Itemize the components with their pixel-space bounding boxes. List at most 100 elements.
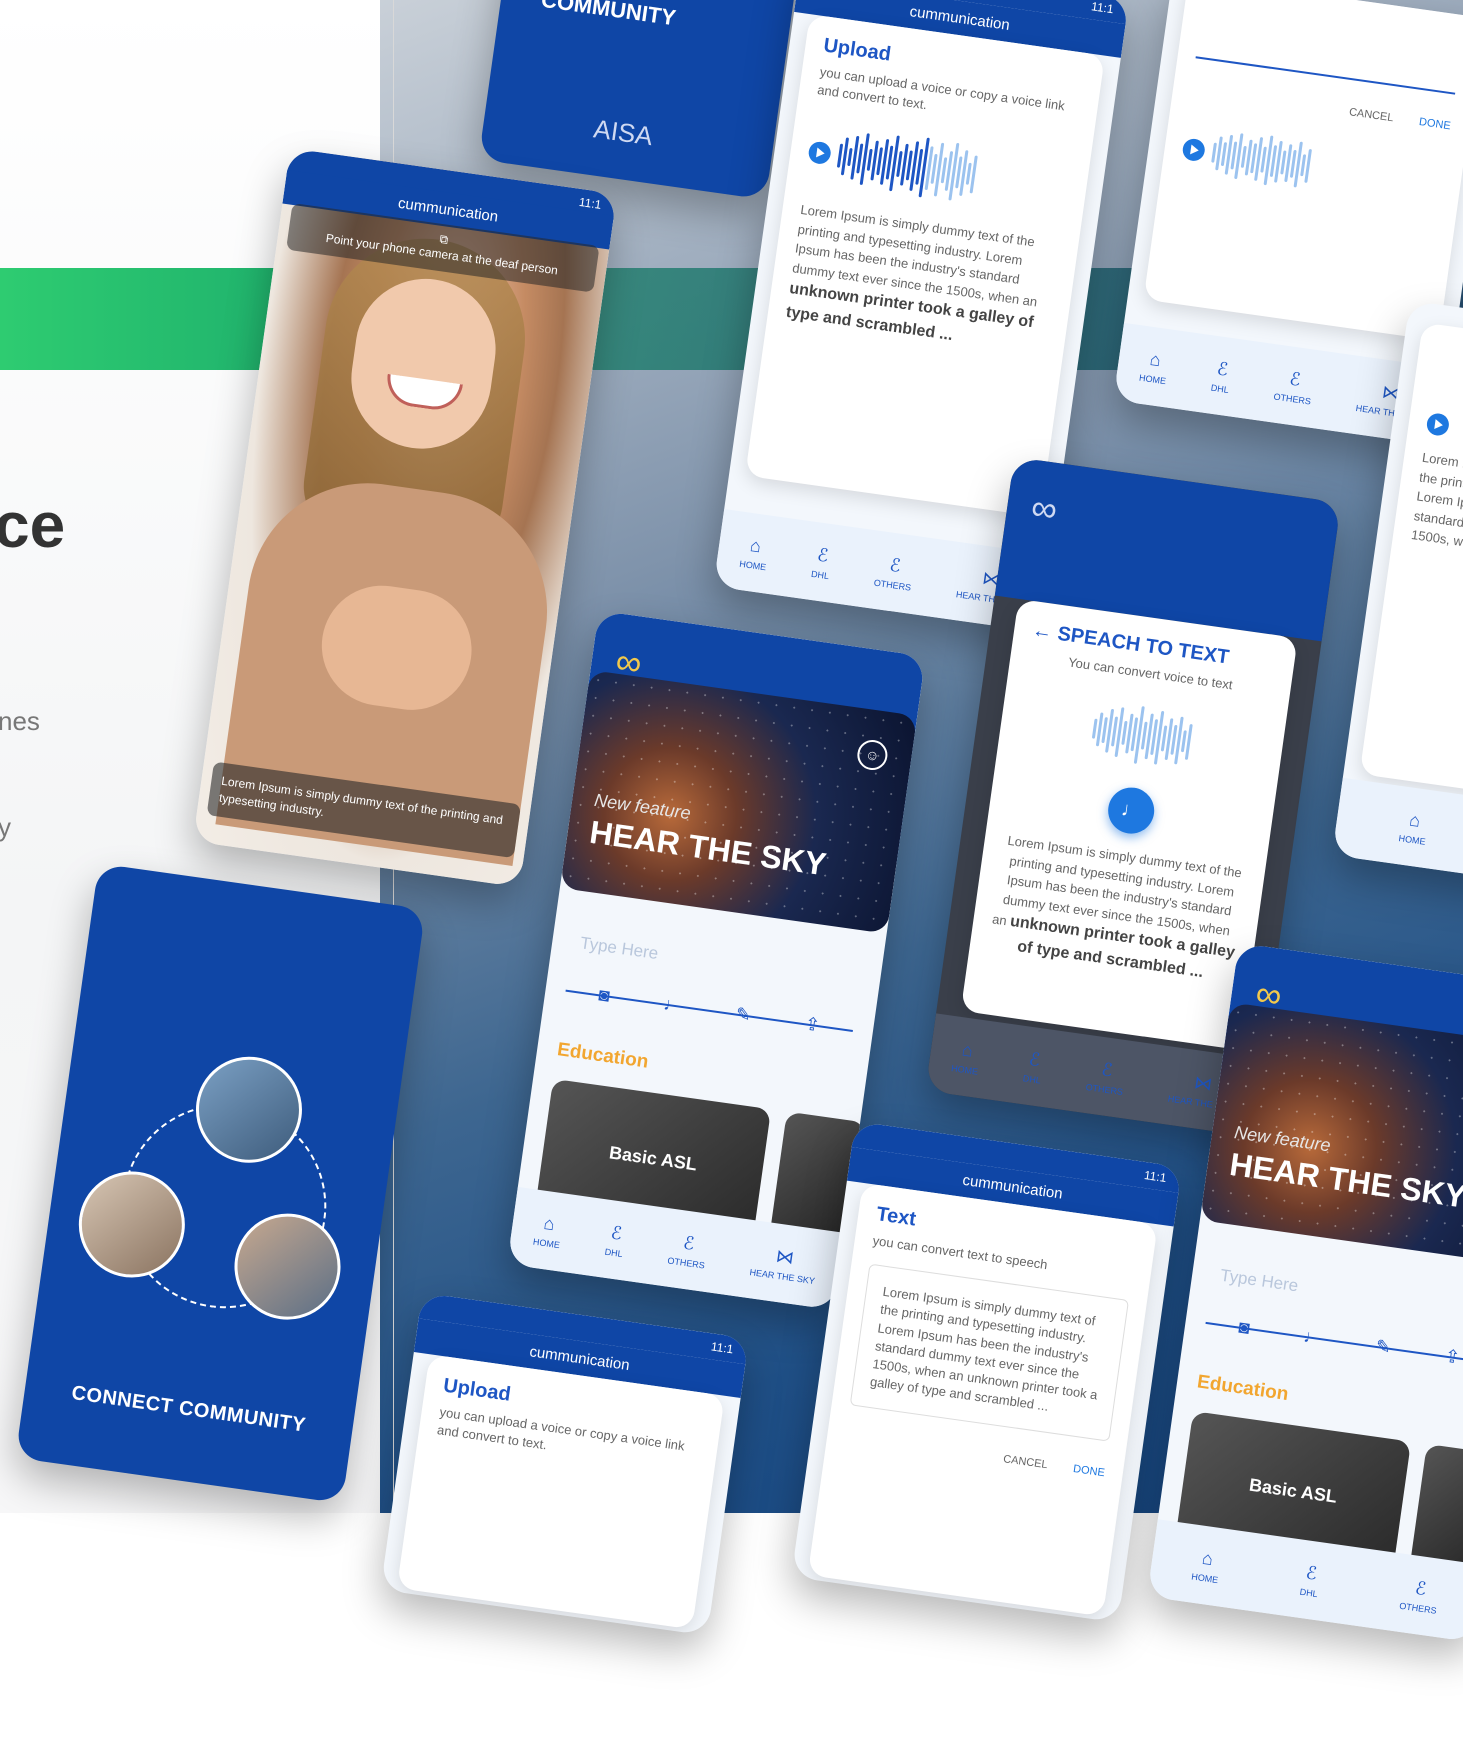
camera-icon[interactable]: ◙ <box>597 984 611 1006</box>
audio-waveform[interactable] <box>1178 114 1447 220</box>
nav-dhl[interactable]: ℰ DHL <box>810 544 833 581</box>
nav-home-label: HOME <box>738 558 767 572</box>
play-icon[interactable] <box>1181 137 1207 163</box>
cancel-button[interactable]: CANCEL <box>1002 1453 1048 1471</box>
play-icon[interactable] <box>1425 412 1451 437</box>
ear-icon: ℰ <box>888 554 903 576</box>
nav-home-label: HOME <box>1190 1570 1219 1585</box>
hear-the-sky-banner[interactable]: New feature HEAR THE SKY <box>559 669 918 934</box>
ear-icon: ℰ <box>609 1221 624 1244</box>
home-icon: ⌂ <box>1408 809 1422 831</box>
upload-card: Upload you can upload a voice or copy a … <box>745 14 1106 518</box>
mic-icon[interactable]: ♩ <box>662 994 683 1017</box>
nav-home[interactable]: ⌂ HOME <box>1191 1546 1223 1584</box>
text-input-area[interactable]: Lorem Ipsum is simply dummy text of the … <box>849 1263 1130 1442</box>
ear-icon: ℰ <box>1027 1048 1042 1070</box>
camera-icon[interactable]: ◙ <box>1237 1317 1251 1339</box>
hear-the-sky-banner[interactable]: New feature HEAR THE SKY <box>1199 1002 1463 1267</box>
app-title: cummunication <box>961 1171 1064 1203</box>
dialog-input[interactable] <box>1195 0 1463 95</box>
ear-icon: ℰ <box>1413 1577 1428 1599</box>
back-arrow-icon[interactable]: ← <box>1031 619 1059 644</box>
text-screen: 11:1 cummunication Text you can convert … <box>791 1121 1183 1623</box>
pen-icon[interactable]: ✎ <box>1374 1336 1392 1359</box>
status-time: 11:1 <box>1143 1168 1168 1185</box>
done-button[interactable]: DONE <box>1072 1463 1105 1479</box>
nav-dhl[interactable]: ℰ DHL <box>1210 357 1233 395</box>
app-title: cummunication <box>908 2 1011 34</box>
done-button[interactable]: DONE <box>1418 116 1451 132</box>
partial-right-lorem: Lorem Ipsum is simply dummy text of the … <box>1410 449 1463 555</box>
home-icon: ⌂ <box>1200 1547 1215 1569</box>
nav-others-label: OTHERS <box>873 577 912 593</box>
home-icon: ⌂ <box>960 1038 975 1061</box>
ear-icon: ℰ <box>1215 357 1230 380</box>
ear-icon: ℰ <box>682 1232 696 1254</box>
upload-screen-bottom: 11:1 cummunication Upload you can upload… <box>380 1292 749 1636</box>
cancel-button[interactable]: CANCEL <box>1348 106 1394 124</box>
nav-home[interactable]: ⌂ HOME <box>1398 808 1430 846</box>
home-icon: ⌂ <box>748 534 763 556</box>
nav-dhl[interactable]: ℰ DHL <box>604 1221 627 1259</box>
ear-icon: ℰ <box>1288 368 1302 390</box>
nav-home[interactable]: ⌂ HOME <box>532 1211 564 1249</box>
nav-others[interactable]: ℰ OTHERS <box>1273 366 1315 406</box>
ear-icon: ℰ <box>1100 1058 1114 1080</box>
nav-others[interactable]: ℰ OTHERS <box>873 552 915 592</box>
education-heading: Education <box>1195 1371 1290 1406</box>
text-buttons: CANCEL DONE <box>844 1431 1105 1479</box>
education-heading: Education <box>555 1039 650 1073</box>
nav-home-label: HOME <box>1138 372 1167 386</box>
nav-others-label: OTHERS <box>1085 1081 1124 1097</box>
text-card: Text you can convert text to speech Lore… <box>807 1182 1158 1617</box>
aisa-splash-screen: COMMUNITY AISA <box>478 0 812 200</box>
connect-community-screen: CONNECT COMMUNITY <box>15 863 426 1504</box>
status-time: 11:1 <box>1090 0 1115 17</box>
mic-icon[interactable]: ♩ <box>1105 784 1158 837</box>
ear-icon: ℰ <box>1304 1561 1319 1584</box>
nav-dhl[interactable]: ℰ DHL <box>1299 1561 1322 1599</box>
nav-home[interactable]: ⌂ HOME <box>738 533 771 572</box>
nav-others[interactable]: ℰ OTHERS <box>1399 1575 1441 1615</box>
ear-icon: ℰ <box>816 544 830 566</box>
pen-icon[interactable]: ✎ <box>734 1004 752 1027</box>
mic-icon[interactable]: ♩ <box>1302 1326 1323 1349</box>
nav-others-label: OTHERS <box>1398 1600 1438 1616</box>
nav-others-label: OTHERS <box>1273 390 1312 407</box>
partial-right-text: Lorem Ipsum is simply dummy text of the … <box>1410 448 1463 577</box>
camera-screen: 11:1 cummunication ⧉ Point your phone ca… <box>192 148 617 888</box>
nav-others[interactable]: ℰ OTHERS <box>1085 1057 1127 1097</box>
nav-home[interactable]: ⌂ HOME <box>951 1038 983 1076</box>
nav-home-label: HOME <box>950 1062 979 1077</box>
status-time: 11:1 <box>710 1339 735 1357</box>
upload-icon[interactable]: ⇪ <box>803 1013 822 1036</box>
nav-hear-label: HEAR THE SKY <box>749 1266 816 1286</box>
mockup-collage: COMMUNITY AISA 11:1 cummunication ⧉ Poin… <box>0 0 1463 1643</box>
connect-community-label: CONNECT COMMUNITY <box>70 1381 308 1437</box>
bottom-nav: ⌂HOME ℰDHL <box>1331 777 1463 897</box>
speech-waveform <box>1015 684 1268 788</box>
nav-dhl-label: DHL <box>1022 1072 1042 1086</box>
nav-dhl-label: DHL <box>1299 1586 1319 1599</box>
play-icon[interactable] <box>807 140 833 166</box>
nav-hear[interactable]: ⋈ HEAR THE SKY <box>749 1242 819 1286</box>
dialog-card: CANCEL DONE <box>1143 0 1463 341</box>
nav-dhl-label: DHL <box>604 1246 624 1259</box>
nav-home[interactable]: ⌂ HOME <box>1139 347 1171 385</box>
nav-others-label: OTHERS <box>666 1254 706 1271</box>
sky-icon: ⋈ <box>1193 1071 1214 1094</box>
aisa-logo: AISA <box>591 113 655 152</box>
community-top-label: COMMUNITY <box>539 0 678 31</box>
basic-asl-label: Basic ASL <box>1248 1474 1339 1507</box>
sky-icon: ⋈ <box>774 1245 796 1268</box>
nav-dhl-label: DHL <box>810 568 830 581</box>
nav-dhl-label: DHL <box>1210 382 1230 395</box>
nav-others[interactable]: ℰ OTHERS <box>667 1230 709 1270</box>
app-title: cummunication <box>528 1342 631 1374</box>
nav-home-label: HOME <box>1398 832 1427 847</box>
upload-card-bottom: Upload you can upload a voice or copy a … <box>396 1354 725 1630</box>
home-icon: ⌂ <box>542 1212 557 1234</box>
nav-dhl[interactable]: ℰ DHL <box>1022 1048 1045 1085</box>
upload-icon[interactable]: ⇪ <box>1443 1346 1462 1369</box>
status-time: 11:1 <box>578 194 603 212</box>
